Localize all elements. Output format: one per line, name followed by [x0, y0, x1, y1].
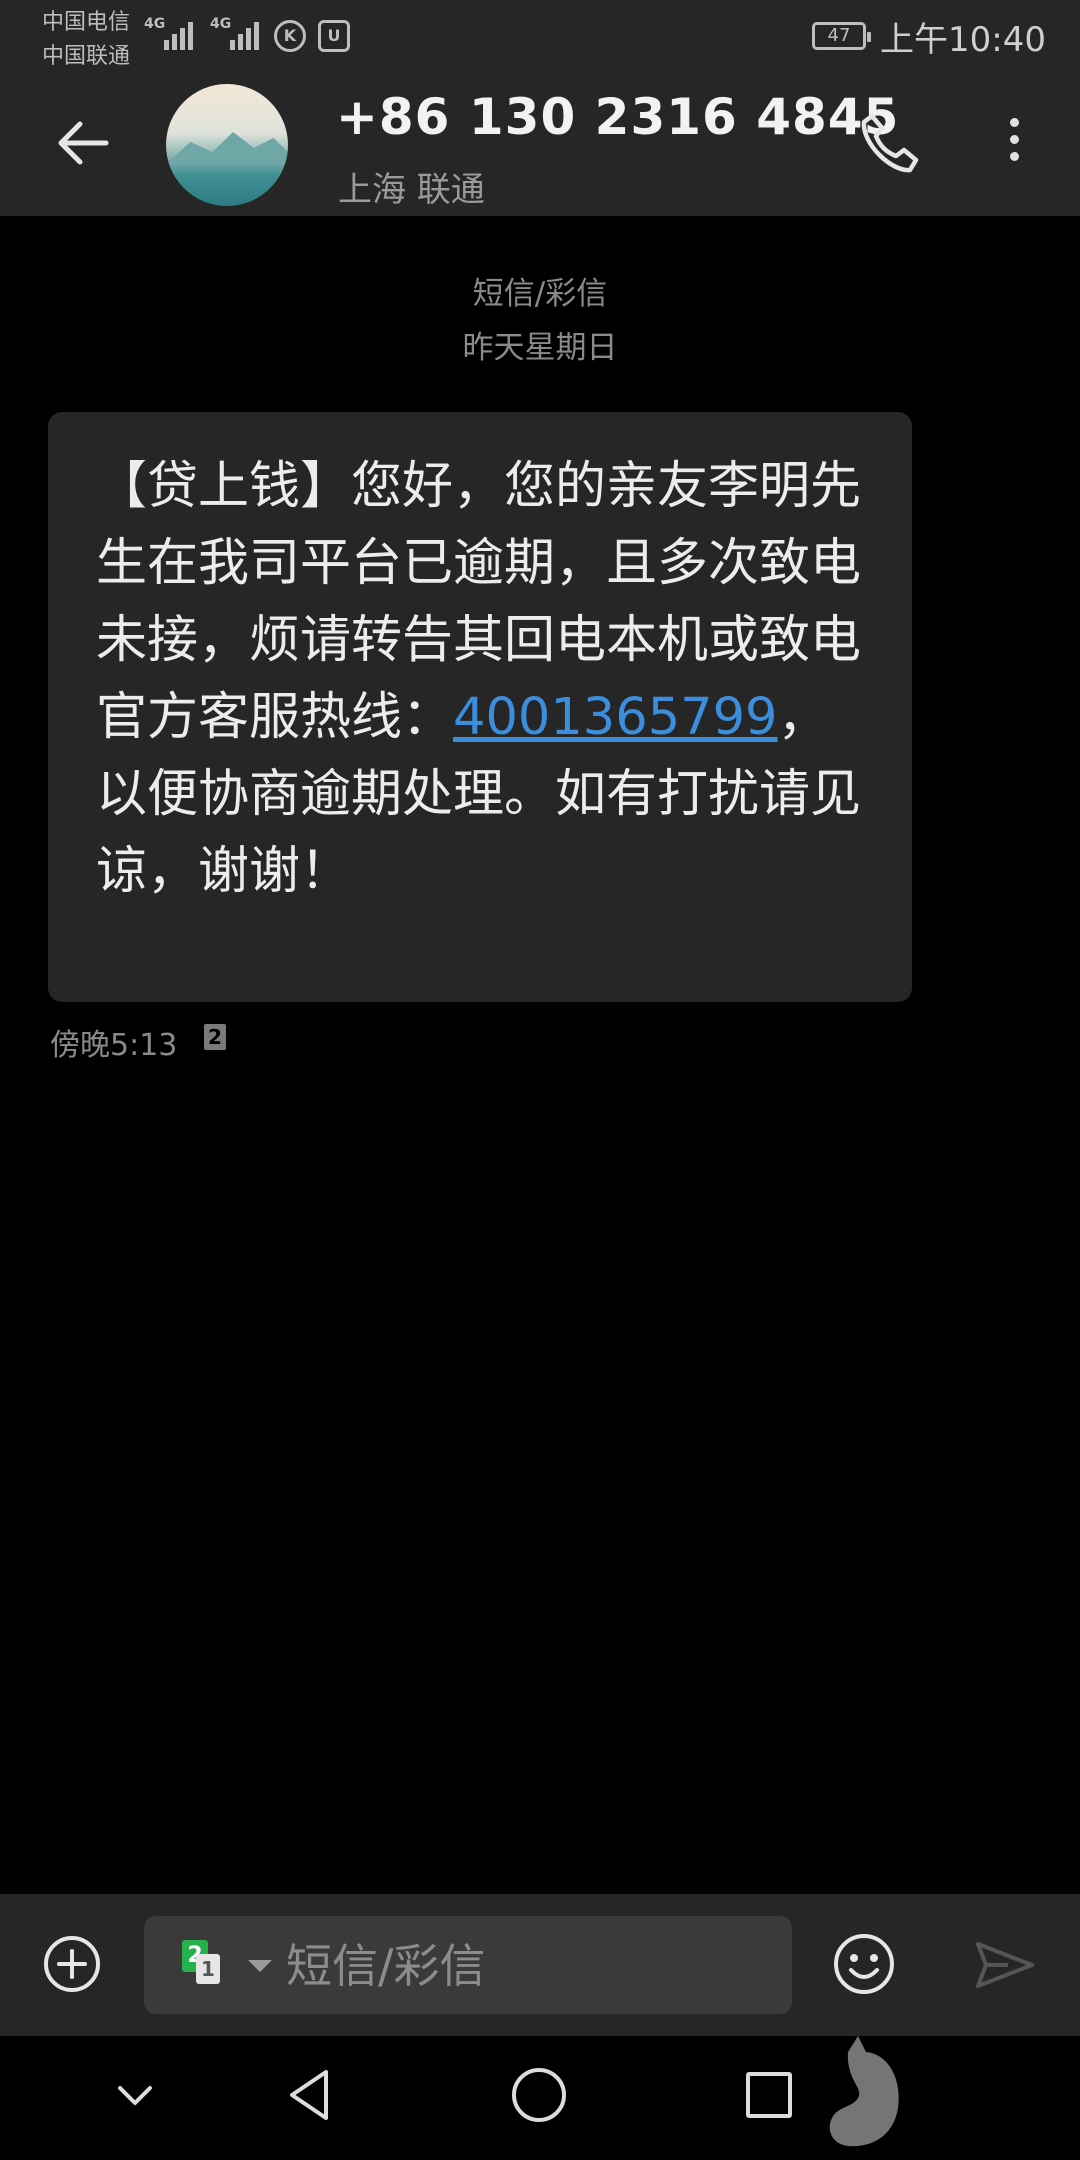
system-nav-bar — [0, 2036, 1080, 2160]
status-time: 上午10:40 — [880, 20, 1046, 60]
sim-1-icon: 1 — [196, 1954, 220, 1984]
plus-circle-icon — [44, 1936, 100, 1992]
sim-switch-button[interactable]: 2 1 — [182, 1940, 234, 1990]
chevron-down-icon — [118, 2086, 152, 2105]
smiley-icon — [834, 1934, 894, 1994]
date-label: 昨天星期日 — [462, 330, 618, 366]
carrier-labels: 中国电信 中国联通 — [42, 6, 130, 74]
contact-location: 上海 联通 — [338, 170, 485, 210]
nav-home-button[interactable] — [512, 2068, 566, 2122]
nav-hide-keyboard-button[interactable] — [112, 2072, 158, 2118]
shield-icon: U — [318, 20, 350, 52]
message-input[interactable] — [284, 1932, 768, 2000]
carrier-2: 中国联通 — [42, 44, 131, 69]
signal-2-icon — [230, 18, 259, 50]
contact-avatar[interactable] — [166, 84, 288, 206]
status-bar: 中国电信 中国联通 4G 4G K U 47 上午10:40 — [0, 0, 1080, 70]
network-type-1: 4G — [144, 16, 166, 32]
triangle-back-icon — [290, 2070, 328, 2120]
conversation-header: +86 130 2316 4845 上海 联通 — [0, 70, 1080, 216]
message-bubble[interactable]: 【贷上钱】您好，您的亲友李明先生在我司平台已逾期，且多次致电未接，烦请转告其回电… — [48, 412, 912, 1002]
carrier-1: 中国电信 — [42, 10, 131, 35]
chevron-down-icon[interactable] — [248, 1960, 272, 1972]
message-text: 【贷上钱】您好，您的亲友李明先生在我司平台已逾期，且多次致电未接，烦请转告其回电… — [96, 448, 872, 910]
contact-number: +86 130 2316 4845 — [336, 88, 900, 146]
composer-bar: 2 1 — [0, 1894, 1080, 2036]
battery-icon: 47 — [812, 22, 871, 50]
message-type-label: 短信/彩信 — [472, 276, 608, 312]
emoji-button[interactable] — [832, 1932, 896, 1996]
nav-recents-button[interactable] — [746, 2072, 792, 2118]
watermark-cat-logo — [818, 2022, 918, 2160]
send-button[interactable] — [974, 1938, 1036, 1992]
add-attachment-button[interactable] — [42, 1934, 102, 1994]
avatar-mountain-image — [166, 132, 288, 164]
send-icon — [976, 1942, 1034, 1988]
phone-icon — [861, 113, 919, 173]
back-button[interactable] — [50, 110, 116, 176]
hotline-link[interactable]: 4001365799 — [453, 688, 777, 747]
network-type-2: 4G — [210, 16, 232, 32]
sms-conversation-screen: 中国电信 中国联通 4G 4G K U 47 上午10:40 +86 130 2… — [0, 0, 1080, 2160]
nav-back-button[interactable] — [282, 2066, 336, 2124]
more-options-button[interactable] — [992, 110, 1036, 176]
more-vertical-icon — [992, 118, 1036, 161]
sim-badge: 2 — [204, 1024, 226, 1050]
arrow-left-icon — [58, 121, 109, 165]
call-button[interactable] — [852, 108, 924, 180]
message-input-box: 2 1 — [144, 1916, 792, 2014]
signal-1-icon — [164, 18, 193, 50]
k-app-icon: K — [274, 20, 306, 52]
message-time: 傍晚5:13 — [50, 1028, 178, 1063]
